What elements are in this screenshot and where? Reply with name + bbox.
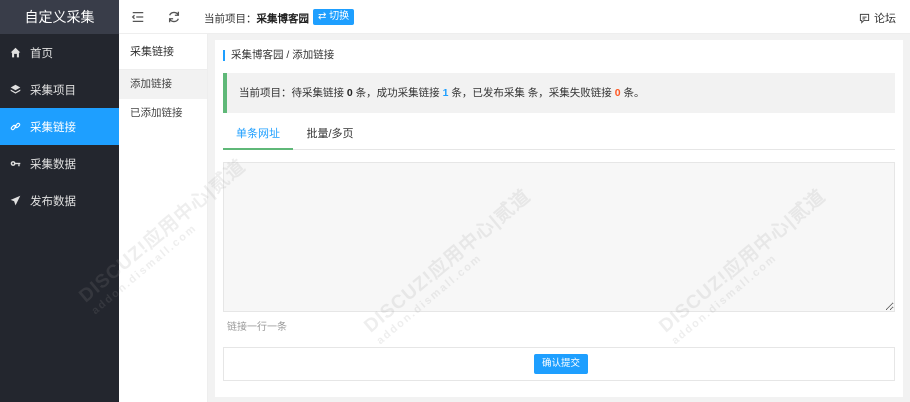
forum-label: 论坛 [874, 13, 896, 25]
sidebar-item-links[interactable]: 采集链接 [0, 108, 119, 145]
notice-text-4: 条。 [620, 87, 645, 99]
key-icon [9, 158, 21, 170]
input-mode-tabs: 单条网址 批量/多页 [223, 122, 895, 150]
comment-icon [859, 13, 870, 24]
current-project-label: 当前项目： [204, 13, 257, 25]
send-icon [9, 195, 21, 207]
header: 当前项目：采集博客园 ⇄ 切换 论坛 [119, 0, 910, 34]
links-textarea[interactable] [223, 162, 895, 312]
main-panel: 采集博客园 / 添加链接 当前项目：待采集链接 0 条，成功采集链接 1 条，已… [215, 40, 903, 397]
submit-button[interactable]: 确认提交 [534, 354, 589, 374]
link-icon [9, 121, 21, 133]
forum-link[interactable]: 论坛 [859, 10, 896, 26]
submit-bar: 确认提交 [223, 347, 895, 381]
current-project-name: 采集博客园 [256, 13, 310, 25]
sidebar-item-label: 发布数据 [30, 195, 76, 208]
notice-text-2: 条，成功采集链接 [352, 87, 443, 99]
switch-project-button[interactable]: ⇄ 切换 [313, 9, 355, 25]
sidebar-item-publish[interactable]: 发布数据 [0, 182, 119, 219]
subnav-title: 采集链接 [119, 34, 207, 70]
notice-text-1: 当前项目：待采集链接 [239, 87, 347, 99]
app-title: 自定义采集 [0, 0, 119, 34]
subnav-item-add-link[interactable]: 添加链接 [119, 70, 207, 99]
breadcrumb: 采集博客园 / 添加链接 [223, 50, 334, 61]
sidebar-item-projects[interactable]: 采集项目 [0, 71, 119, 108]
subnav-item-added-links[interactable]: 已添加链接 [119, 99, 207, 128]
textarea-hint: 链接一行一条 [227, 322, 287, 333]
status-notice: 当前项目：待采集链接 0 条，成功采集链接 1 条，已发布采集 条，采集失败链接… [223, 73, 895, 113]
sub-navigation: 采集链接 添加链接 已添加链接 [119, 34, 208, 402]
sidebar-item-home[interactable]: 首页 [0, 34, 119, 71]
refresh-icon[interactable] [167, 10, 181, 24]
layers-icon [9, 84, 21, 96]
tab-batch-multipage[interactable]: 批量/多页 [293, 122, 367, 150]
home-icon [9, 47, 21, 59]
sidebar-item-label: 采集数据 [30, 158, 76, 171]
sidebar-item-label: 采集链接 [30, 121, 76, 134]
collapse-menu-icon[interactable] [131, 10, 145, 24]
sidebar-item-label: 采集项目 [30, 84, 76, 97]
notice-text-3: 条，已发布采集 条，采集失败链接 [448, 87, 615, 99]
sidebar-item-label: 首页 [30, 47, 53, 60]
tab-single-url[interactable]: 单条网址 [223, 122, 293, 150]
sidebar: 自定义采集 首页 采集项目 采集链接 采集数据 发布数据 [0, 0, 119, 402]
current-project: 当前项目：采集博客园 [204, 11, 309, 26]
sidebar-item-data[interactable]: 采集数据 [0, 145, 119, 182]
